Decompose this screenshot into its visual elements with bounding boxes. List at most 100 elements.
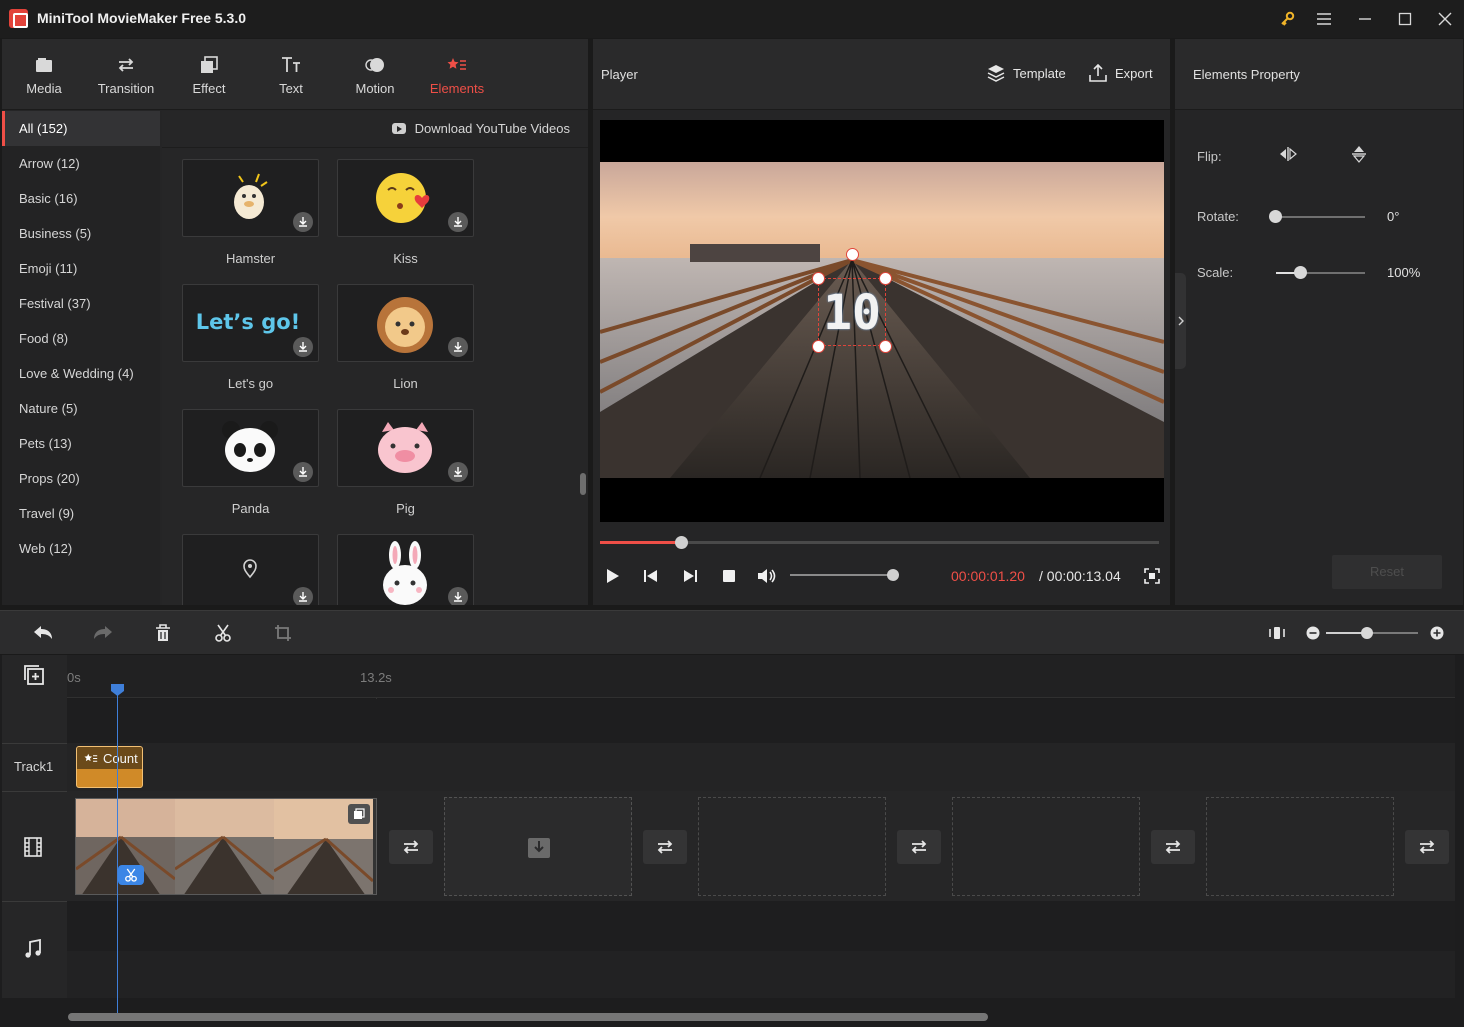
flip-horizontal-button[interactable] bbox=[1279, 147, 1299, 163]
element-card-lets-go[interactable]: Let’s go! bbox=[182, 284, 319, 362]
zoom-in-button[interactable] bbox=[1426, 622, 1448, 644]
stop-button[interactable] bbox=[718, 565, 740, 587]
category-item[interactable]: Props (20) bbox=[2, 461, 160, 496]
transition-slot-button[interactable] bbox=[643, 830, 687, 864]
category-item[interactable]: All (152) bbox=[2, 111, 160, 146]
download-icon[interactable] bbox=[293, 462, 313, 482]
scale-slider[interactable] bbox=[1276, 266, 1365, 279]
flip-horizontal-icon bbox=[1280, 147, 1297, 161]
maximize-icon[interactable] bbox=[1394, 8, 1416, 30]
tab-text[interactable]: Text bbox=[272, 39, 310, 110]
download-icon[interactable] bbox=[293, 212, 313, 232]
element-clip[interactable]: Count bbox=[76, 746, 143, 788]
split-here-button[interactable] bbox=[118, 865, 144, 885]
transition-slot-button[interactable] bbox=[1405, 830, 1449, 864]
export-button[interactable]: Export bbox=[1089, 64, 1153, 82]
download-icon[interactable] bbox=[448, 212, 468, 232]
resize-handle[interactable] bbox=[879, 272, 892, 285]
empty-media-slot[interactable] bbox=[952, 797, 1140, 896]
video-preview[interactable]: 10 bbox=[600, 120, 1164, 522]
rotate-label: Rotate: bbox=[1197, 209, 1239, 224]
empty-media-slot[interactable] bbox=[1206, 797, 1394, 896]
progress-knob[interactable] bbox=[675, 536, 688, 549]
key-icon[interactable] bbox=[1276, 8, 1298, 30]
add-track-button[interactable] bbox=[24, 665, 46, 687]
download-icon[interactable] bbox=[448, 337, 468, 357]
element-card-rabbit[interactable] bbox=[337, 534, 474, 605]
fullscreen-button[interactable] bbox=[1141, 565, 1163, 587]
download-icon[interactable] bbox=[293, 337, 313, 357]
category-item[interactable]: Travel (9) bbox=[2, 496, 160, 531]
timeline-scrollbar[interactable] bbox=[68, 1013, 988, 1021]
template-button[interactable]: Template bbox=[987, 64, 1066, 82]
volume-slider[interactable] bbox=[790, 569, 899, 581]
tab-motion[interactable]: Motion bbox=[351, 39, 399, 110]
resize-handle[interactable] bbox=[812, 272, 825, 285]
collapse-panel-button[interactable] bbox=[1175, 273, 1186, 369]
library-scrollbar[interactable] bbox=[580, 473, 586, 495]
element-card-panda[interactable] bbox=[182, 409, 319, 487]
flip-vertical-button[interactable] bbox=[1352, 145, 1368, 165]
category-item[interactable]: Food (8) bbox=[2, 321, 160, 356]
transition-slot-button[interactable] bbox=[897, 830, 941, 864]
element-card-lion[interactable] bbox=[337, 284, 474, 362]
undo-button[interactable] bbox=[32, 622, 54, 644]
empty-media-slot[interactable] bbox=[698, 797, 886, 896]
volume-knob[interactable] bbox=[887, 569, 899, 581]
category-item[interactable]: Pets (13) bbox=[2, 426, 160, 461]
reset-button[interactable]: Reset bbox=[1332, 555, 1442, 589]
category-item[interactable]: Arrow (12) bbox=[2, 146, 160, 181]
rotate-slider-knob[interactable] bbox=[1269, 210, 1282, 223]
zoom-slider-knob[interactable] bbox=[1361, 627, 1373, 639]
selection-box[interactable] bbox=[818, 278, 886, 346]
empty-media-slot[interactable] bbox=[444, 797, 632, 896]
split-button[interactable] bbox=[212, 622, 234, 644]
playhead[interactable] bbox=[117, 687, 118, 1013]
tab-effect[interactable]: Effect bbox=[186, 39, 232, 110]
element-card-hamster[interactable] bbox=[182, 159, 319, 237]
play-button[interactable] bbox=[602, 565, 624, 587]
clip-replace-icon[interactable] bbox=[348, 804, 370, 824]
download-youtube-link[interactable]: Download YouTube Videos bbox=[391, 121, 570, 136]
zoom-out-button[interactable] bbox=[1302, 622, 1324, 644]
category-item[interactable]: Nature (5) bbox=[2, 391, 160, 426]
redo-button[interactable] bbox=[92, 622, 114, 644]
tab-media[interactable]: Media bbox=[18, 39, 70, 110]
download-icon[interactable] bbox=[293, 587, 313, 605]
time-ruler[interactable]: 0s 13.2s bbox=[67, 655, 1455, 698]
resize-handle[interactable] bbox=[812, 340, 825, 353]
menu-icon[interactable] bbox=[1313, 8, 1335, 30]
fit-timeline-button[interactable] bbox=[1266, 622, 1288, 644]
category-item[interactable]: Basic (16) bbox=[2, 181, 160, 216]
track-divider bbox=[2, 901, 67, 902]
download-icon[interactable] bbox=[448, 587, 468, 605]
category-item[interactable]: Web (12) bbox=[2, 531, 160, 566]
tab-transition[interactable]: Transition bbox=[94, 39, 158, 110]
element-card-pig[interactable] bbox=[337, 409, 474, 487]
scale-slider-knob[interactable] bbox=[1294, 266, 1307, 279]
element-card-kiss[interactable] bbox=[337, 159, 474, 237]
minimize-icon[interactable] bbox=[1354, 8, 1376, 30]
volume-button[interactable] bbox=[756, 565, 778, 587]
category-item[interactable]: Love & Wedding (4) bbox=[2, 356, 160, 391]
rotate-handle[interactable] bbox=[846, 248, 859, 261]
tab-elements[interactable]: Elements bbox=[427, 39, 487, 110]
close-icon[interactable] bbox=[1434, 8, 1456, 30]
transition-slot-button[interactable] bbox=[1151, 830, 1195, 864]
resize-handle[interactable] bbox=[879, 340, 892, 353]
playback-progress[interactable] bbox=[600, 536, 1159, 549]
transition-slot-button[interactable] bbox=[389, 830, 433, 864]
download-icon[interactable] bbox=[448, 462, 468, 482]
export-icon bbox=[1089, 64, 1107, 82]
category-item[interactable]: Festival (37) bbox=[2, 286, 160, 321]
crop-button[interactable] bbox=[272, 622, 294, 644]
category-item[interactable]: Emoji (11) bbox=[2, 251, 160, 286]
zoom-slider[interactable] bbox=[1326, 627, 1418, 639]
element-card-location[interactable] bbox=[182, 534, 319, 605]
playhead-handle[interactable] bbox=[110, 683, 125, 697]
delete-button[interactable] bbox=[152, 622, 174, 644]
category-item[interactable]: Business (5) bbox=[2, 216, 160, 251]
next-frame-button[interactable] bbox=[679, 565, 701, 587]
previous-frame-button[interactable] bbox=[640, 565, 662, 587]
rotate-slider[interactable] bbox=[1269, 210, 1365, 223]
